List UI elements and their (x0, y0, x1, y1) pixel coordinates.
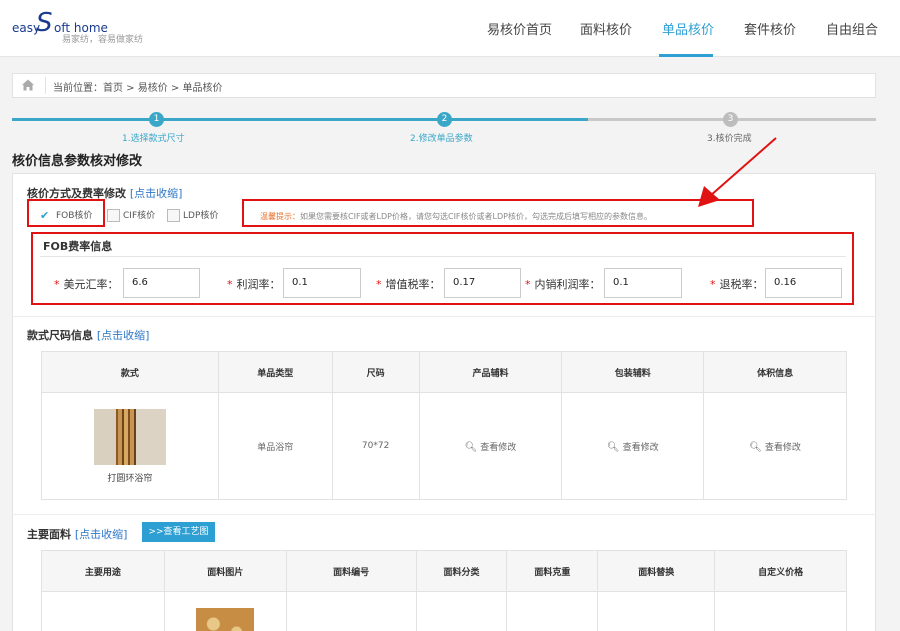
fob-rates-title: FOB费率信息 (43, 240, 113, 253)
tax-refund-rate-label: * 退税率： (710, 278, 764, 291)
custom-price-cell[interactable] (714, 591, 847, 631)
search-icon: 🔍︎ (464, 441, 478, 453)
domestic-profit-rate-input[interactable]: 0.1 (604, 268, 682, 298)
type-cell: 单品浴帘 (217, 392, 333, 500)
fabric-image-cell (163, 591, 287, 631)
cif-option-label: CIF核价 (123, 211, 156, 221)
fabric-code-cell (285, 591, 417, 631)
packaging-accessory-cell[interactable]: 🔍︎ 查看修改 (561, 392, 705, 500)
logo-s: S (36, 8, 53, 38)
usd-rate-input[interactable]: 6.6 (123, 268, 200, 298)
volume-cell[interactable]: 🔍︎ 查看修改 (703, 392, 847, 500)
breadcrumb: 当前位置：首页 > 易核价 > 单品核价 (12, 73, 876, 98)
fob-rates-rule (40, 256, 846, 257)
col-fabric-replace: 面料替换 (597, 550, 716, 592)
domestic-profit-rate-label: * 内销利润率： (525, 278, 601, 291)
style-size-collapse-link[interactable]: [点击收缩] (97, 329, 150, 342)
search-icon: 🔍︎ (606, 441, 620, 453)
col-volume: 体积信息 (703, 351, 847, 393)
logo[interactable]: easy S oft home 易家纺，容易做家纺 (12, 8, 144, 46)
breadcrumb-separator (45, 77, 46, 94)
col-type: 单品类型 (217, 351, 333, 393)
nav-free-combo[interactable]: 自由组合 (826, 19, 878, 38)
annotation-box-fob (27, 199, 105, 227)
fabric-image[interactable] (196, 607, 255, 631)
product-name: 打圆环浴帘 (107, 473, 153, 484)
product-accessory-link[interactable]: 查看修改 (480, 443, 516, 453)
home-icon[interactable] (21, 78, 35, 92)
product-accessory-cell[interactable]: 🔍︎ 查看修改 (418, 392, 563, 500)
col-usage: 主要用途 (41, 550, 165, 592)
page-title: 核价信息参数核对修改 (12, 154, 143, 169)
col-packaging-accessory: 包装辅料 (561, 351, 705, 393)
col-fabric-image: 面料图片 (163, 550, 287, 592)
main-fabric-collapse-link[interactable]: [点击收缩] (75, 528, 128, 541)
logo-tagline: 易家纺，容易做家纺 (62, 35, 144, 45)
usage-cell (41, 591, 165, 631)
vat-rate-label: * 增值税率： (376, 278, 441, 291)
style-cell: 打圆环浴帘 (41, 392, 219, 500)
size-cell: 70*72 (331, 392, 420, 500)
style-size-title-text: 款式尺码信息 (27, 329, 93, 342)
col-custom-price: 自定义价格 (714, 550, 847, 592)
nav-fabric-pricing[interactable]: 面料核价 (580, 19, 632, 38)
style-size-table: 款式 单品类型 尺码 产品辅料 包装辅料 体积信息 打圆环浴帘 单品浴帘 70*… (41, 351, 847, 500)
volume-link[interactable]: 查看修改 (765, 443, 801, 453)
section-divider-2 (12, 514, 876, 515)
product-image[interactable] (93, 408, 166, 465)
cif-checkbox[interactable] (107, 209, 120, 222)
table-row (41, 591, 847, 631)
nav-set-pricing[interactable]: 套件核价 (744, 19, 796, 38)
step-1-label: 1.选择款式尺寸 (122, 134, 185, 144)
step-1-dot: 1 (149, 112, 164, 127)
fabric-category-cell (415, 591, 508, 631)
table-row: 打圆环浴帘 单品浴帘 70*72 🔍︎ 查看修改 🔍︎ 查看修改 🔍︎ 查看修改 (41, 392, 847, 500)
col-style: 款式 (41, 351, 219, 393)
step-3-dot: 3 (723, 112, 738, 127)
main-fabric-header-row: 主要用途 面料图片 面料编号 面料分类 面料克重 面料替换 自定义价格 (41, 550, 847, 592)
nav-single-pricing[interactable]: 单品核价 (662, 19, 714, 38)
top-header: easy S oft home 易家纺，容易做家纺 易核价首页 面料核价 单品核… (0, 0, 900, 57)
step-2-dot: 2 (437, 112, 452, 127)
usd-rate-label: * 美元汇率： (54, 278, 119, 291)
fabric-weight-cell (506, 591, 599, 631)
col-product-accessory: 产品辅料 (418, 351, 563, 393)
main-fabric-title: 主要面料 [点击收缩] (27, 526, 127, 542)
ldp-checkbox[interactable] (167, 209, 180, 222)
step-2-label: 2.修改单品参数 (410, 134, 473, 144)
col-size: 尺码 (331, 351, 420, 393)
tax-refund-rate-input[interactable]: 0.16 (765, 268, 842, 298)
style-size-title: 款式尺码信息 [点击收缩] (27, 327, 149, 343)
col-fabric-code: 面料编号 (285, 550, 417, 592)
breadcrumb-text: 当前位置：首页 > 易核价 > 单品核价 (53, 83, 223, 94)
steps-progress-done (12, 118, 588, 121)
profit-rate-label: * 利润率： (227, 278, 281, 291)
cif-option[interactable]: CIF核价 (107, 208, 155, 222)
arrow-annotation (698, 137, 777, 207)
profit-rate-input[interactable]: 0.1 (283, 268, 361, 298)
ldp-option[interactable]: LDP核价 (167, 208, 218, 222)
vat-rate-input[interactable]: 0.17 (444, 268, 521, 298)
search-icon: 🔍︎ (749, 441, 762, 453)
col-fabric-weight: 面料克重 (506, 550, 599, 592)
view-craft-button[interactable]: >>查看工艺图 (142, 522, 215, 542)
ldp-option-label: LDP核价 (183, 211, 219, 221)
main-fabric-table: 主要用途 面料图片 面料编号 面料分类 面料克重 面料替换 自定义价格 (41, 550, 847, 631)
col-fabric-category: 面料分类 (415, 550, 508, 592)
nav-home[interactable]: 易核价首页 (487, 19, 552, 38)
packaging-accessory-link[interactable]: 查看修改 (623, 443, 659, 453)
fabric-replace-cell[interactable] (597, 591, 716, 631)
main-fabric-title-text: 主要面料 (27, 528, 71, 541)
annotation-box-tip (242, 199, 754, 227)
section-divider-1 (12, 316, 876, 317)
style-size-header-row: 款式 单品类型 尺码 产品辅料 包装辅料 体积信息 (41, 351, 847, 393)
nav-active-indicator (659, 54, 713, 57)
pricing-method-collapse-link[interactable]: [点击收缩] (130, 187, 183, 200)
